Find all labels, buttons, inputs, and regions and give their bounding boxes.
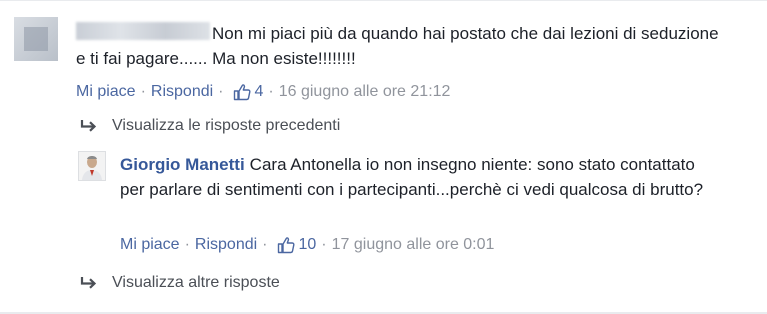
reply-timestamp[interactable]: 17 giugno alle ore 0:01: [332, 236, 495, 254]
thumbs-up-icon[interactable]: [277, 236, 295, 254]
separator: ·: [268, 83, 274, 100]
comment-timestamp[interactable]: 16 giugno alle ore 21:12: [279, 83, 451, 101]
thumbs-up-icon[interactable]: [233, 83, 251, 101]
like-count[interactable]: 4: [255, 83, 264, 101]
reply-button[interactable]: Rispondi: [195, 236, 257, 254]
avatar-photo: [79, 152, 105, 180]
separator: ·: [262, 236, 268, 253]
separator: ·: [140, 83, 146, 100]
reply-actions: Mi piace · Rispondi · 10 · 17 giugno all…: [120, 236, 494, 254]
reply-author-avatar[interactable]: [78, 151, 106, 181]
like-count[interactable]: 10: [299, 236, 317, 254]
reply-arrow-icon: [80, 277, 97, 289]
reply-body: Giorgio Manetti Cara Antonella io non ins…: [120, 152, 720, 202]
reply-author-name[interactable]: Giorgio Manetti: [120, 155, 245, 174]
top-divider: [0, 0, 767, 1]
separator: ·: [184, 236, 190, 253]
view-previous-replies-link[interactable]: Visualizza le risposte precedenti: [80, 117, 340, 135]
reply-button[interactable]: Rispondi: [151, 83, 213, 101]
view-previous-replies-label: Visualizza le risposte precedenti: [112, 117, 341, 134]
comment-text: Non mi piaci più da quando hai postato c…: [76, 24, 719, 68]
like-button[interactable]: Mi piace: [76, 83, 136, 101]
commenter-avatar[interactable]: [14, 17, 58, 61]
separator: ·: [321, 236, 327, 253]
like-button[interactable]: Mi piace: [120, 236, 180, 254]
separator: ·: [218, 83, 224, 100]
view-more-replies-label: Visualizza altre risposte: [112, 274, 280, 291]
reply-arrow-icon: [80, 120, 97, 132]
comment-actions: Mi piace · Rispondi · 4 · 16 giugno alle…: [76, 83, 450, 101]
view-more-replies-link[interactable]: Visualizza altre risposte: [80, 274, 280, 292]
